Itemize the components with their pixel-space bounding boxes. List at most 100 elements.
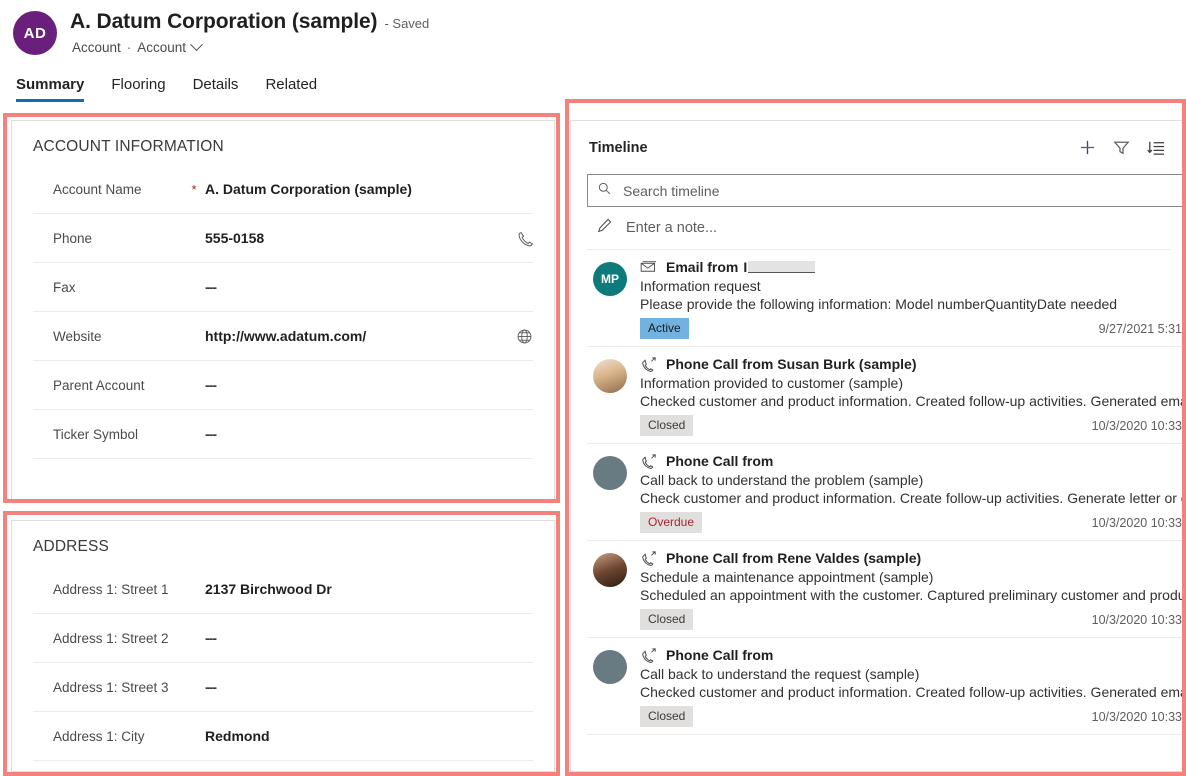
phone-icon[interactable] (507, 230, 533, 247)
field-label: Parent Account (33, 378, 183, 393)
account-information-fields: Account Name * A. Datum Corporation (sam… (12, 165, 554, 459)
timeline-item-phone-call[interactable]: Phone Call from Rene Valdes (sample) Sch… (587, 541, 1186, 638)
timeline-item-title-row: Phone Call from (640, 453, 1186, 469)
field-ticker-symbol[interactable]: Ticker Symbol --- (33, 410, 533, 459)
timeline-items: MP Email from I Information request Plea… (571, 250, 1186, 735)
timeline-item-title-row: Email from I (640, 259, 1186, 275)
address-title: ADDRESS (12, 521, 554, 556)
sort-icon[interactable] (1138, 133, 1172, 163)
timeline-title: Timeline (589, 140, 648, 156)
field-value: --- (205, 377, 507, 393)
app-root: AD A. Datum Corporation (sample) - Saved… (0, 0, 1186, 776)
phone-icon (640, 551, 657, 566)
field-website[interactable]: Website http://www.adatum.com/ (33, 312, 533, 361)
field-label: Website (33, 329, 183, 344)
tab-summary[interactable]: Summary (16, 76, 98, 102)
timeline-item-title: Email from (666, 259, 738, 275)
field-label: Address 1: Street 3 (33, 680, 183, 695)
field-phone[interactable]: Phone 555-0158 (33, 214, 533, 263)
timeline-item-body: Phone Call from Rene Valdes (sample) Sch… (640, 550, 1186, 630)
field-label: Fax (33, 280, 183, 295)
phone-icon (640, 648, 657, 663)
timeline-item-phone-call[interactable]: Phone Call from Call back to understand … (587, 444, 1186, 541)
timeline-item-body: Email from I Information request Please … (640, 259, 1186, 339)
timeline-item-footer: Closed 10/3/2020 10:33 (640, 415, 1186, 436)
form-tabs: Summary Flooring Details Related (16, 76, 344, 102)
search-icon (597, 181, 612, 201)
avatar (593, 456, 627, 490)
field-label: Address 1: City (33, 729, 183, 744)
timestamp: 10/3/2020 10:33 (1092, 613, 1182, 627)
timeline-item-email[interactable]: MP Email from I Information request Plea… (587, 250, 1186, 347)
chevron-down-icon[interactable] (190, 38, 203, 51)
timeline-item-description: Please provide the following information… (640, 296, 1186, 312)
field-value: --- (205, 630, 533, 646)
field-label: Account Name (33, 182, 183, 197)
field-value: --- (205, 679, 533, 695)
address-card: ADDRESS Address 1: Street 1 2137 Birchwo… (11, 520, 555, 772)
timeline-header: Timeline (571, 121, 1186, 174)
timeline-item-subject: Information request (640, 278, 1186, 294)
timestamp: 9/27/2021 5:31 (1099, 322, 1182, 336)
field-address-street-3[interactable]: Address 1: Street 3 --- (33, 663, 533, 712)
timeline-item-phone-call[interactable]: Phone Call from Call back to understand … (587, 638, 1186, 735)
search-input[interactable] (621, 182, 1186, 200)
field-value: Redmond (205, 728, 533, 744)
avatar (593, 650, 627, 684)
field-address-city[interactable]: Address 1: City Redmond (33, 712, 533, 761)
timeline-item-title-row: Phone Call from Susan Burk (sample) (640, 356, 1186, 372)
field-address-street-1[interactable]: Address 1: Street 1 2137 Birchwood Dr (33, 565, 533, 614)
timeline-item-title-sender: I (743, 259, 747, 275)
phone-icon (640, 357, 657, 372)
record-header: AD A. Datum Corporation (sample) - Saved… (0, 0, 1186, 70)
record-avatar: AD (13, 11, 57, 55)
timeline-item-footer: Overdue 10/3/2020 10:33 (640, 512, 1186, 533)
breadcrumb-form[interactable]: Account (137, 40, 186, 55)
field-address-state[interactable]: Address 1: WA (33, 761, 533, 776)
search-timeline-container[interactable] (587, 174, 1186, 207)
field-fax[interactable]: Fax --- (33, 263, 533, 312)
status-badge: Closed (640, 609, 693, 630)
status-badge: Closed (640, 706, 693, 727)
save-status: - Saved (384, 16, 429, 31)
timeline-item-description: Checked customer and product information… (640, 684, 1186, 700)
status-badge: Overdue (640, 512, 702, 533)
field-label: Address 1: Street 1 (33, 582, 183, 597)
globe-icon[interactable] (507, 328, 533, 345)
tab-details-label: Details (193, 76, 239, 93)
avatar-initials: MP (601, 272, 619, 286)
plus-icon[interactable] (1070, 133, 1104, 163)
funnel-icon[interactable] (1104, 133, 1138, 163)
timeline-item-phone-call[interactable]: Phone Call from Susan Burk (sample) Info… (587, 347, 1186, 444)
tab-related-label: Related (265, 76, 317, 93)
account-information-card: ACCOUNT INFORMATION Account Name * A. Da… (11, 120, 555, 503)
tab-details[interactable]: Details (193, 76, 253, 102)
field-value: 555-0158 (205, 230, 507, 246)
tab-related[interactable]: Related (265, 76, 331, 102)
timeline-item-description: Checked customer and product information… (640, 393, 1186, 409)
required-indicator-icon: * (183, 182, 205, 197)
phone-icon (640, 454, 657, 469)
redacted-name-block (748, 261, 815, 273)
timeline-item-title: Phone Call from Rene Valdes (sample) (666, 550, 921, 566)
timeline-item-subject: Schedule a maintenance appointment (samp… (640, 569, 1186, 585)
tab-flooring[interactable]: Flooring (111, 76, 179, 102)
record-name: A. Datum Corporation (sample) (70, 10, 377, 34)
timeline-item-title: Phone Call from (666, 647, 773, 663)
field-account-name[interactable]: Account Name * A. Datum Corporation (sam… (33, 165, 533, 214)
enter-note-row[interactable]: Enter a note... (587, 207, 1170, 250)
field-label: Phone (33, 231, 183, 246)
timeline-item-description: Scheduled an appointment with the custom… (640, 587, 1186, 603)
status-badge: Active (640, 318, 689, 339)
avatar (593, 359, 627, 393)
timeline-item-subject: Call back to understand the problem (sam… (640, 472, 1186, 488)
timeline-card: Timeline (570, 120, 1186, 772)
avatar: MP (593, 262, 627, 296)
timeline-item-description: Check customer and product information. … (640, 490, 1186, 506)
field-parent-account[interactable]: Parent Account --- (33, 361, 533, 410)
tab-flooring-label: Flooring (111, 76, 165, 93)
breadcrumb: Account · Account (72, 40, 201, 55)
breadcrumb-separator: · (127, 40, 132, 55)
field-address-street-2[interactable]: Address 1: Street 2 --- (33, 614, 533, 663)
timeline-item-title-row: Phone Call from (640, 647, 1186, 663)
